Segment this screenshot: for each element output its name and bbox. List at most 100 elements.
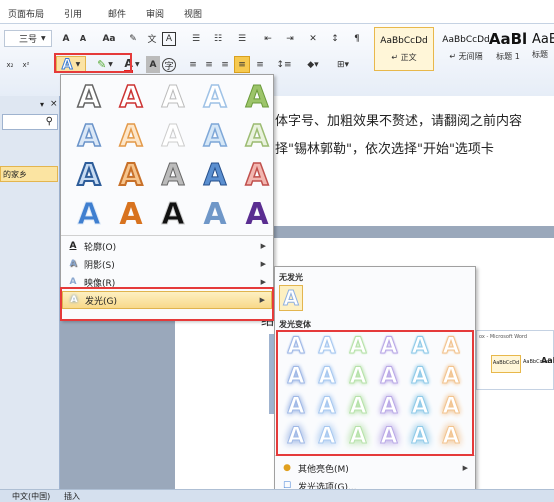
increase-indent-icon[interactable]: ⇥ — [280, 30, 300, 47]
glow-variant-option[interactable]: A — [436, 423, 466, 449]
text-effect-style-option[interactable]: A — [155, 79, 191, 115]
align-center-icon[interactable]: ≡ — [202, 56, 216, 73]
style-title[interactable]: AaB 标题 — [532, 27, 554, 71]
char-shading-button[interactable]: A — [146, 56, 160, 73]
text-effect-style-option[interactable]: A — [155, 118, 191, 154]
text-effect-style-option[interactable]: A — [239, 118, 275, 155]
text-effect-style-option[interactable]: A — [155, 157, 191, 193]
text-effect-style-option[interactable]: A — [113, 118, 149, 155]
tab-view[interactable]: 视图 — [184, 7, 202, 20]
char-border-icon[interactable]: A — [162, 32, 176, 46]
tab-page-layout[interactable]: 页面布局 — [8, 7, 44, 20]
chinese-layout-icon[interactable]: ✕ — [304, 30, 322, 47]
glow-variant-option[interactable]: A — [312, 393, 342, 419]
superscript-icon[interactable]: x² — [20, 56, 32, 73]
highlight-button[interactable]: ✎ ▼ — [92, 56, 118, 73]
shrink-font-button[interactable]: A — [76, 30, 90, 47]
subscript-icon[interactable]: x₂ — [4, 56, 16, 73]
glow-variant-option[interactable]: A — [281, 393, 311, 419]
numbering-icon[interactable]: ☷ — [208, 30, 228, 47]
show-marks-icon[interactable]: ¶ — [348, 30, 366, 47]
status-language[interactable]: 中文(中国) — [12, 491, 50, 502]
tab-mailings[interactable]: 邮件 — [108, 7, 126, 20]
glow-variant-option[interactable]: A — [405, 333, 435, 359]
font-size-select[interactable]: 三号 ▼ — [4, 30, 52, 47]
menu-item-outline[interactable]: A 轮廓(O) ▶ — [62, 237, 272, 255]
distribute-icon[interactable]: ≡ — [252, 56, 268, 73]
text-effect-style-option[interactable]: A — [197, 118, 233, 155]
text-effect-style-option[interactable]: A — [71, 118, 107, 155]
multilevel-icon[interactable]: ☰ — [232, 30, 252, 47]
glow-variant-option[interactable]: A — [312, 363, 342, 389]
shading-icon[interactable]: ◆▾ — [300, 56, 326, 73]
bullets-icon[interactable]: ☰ — [186, 30, 206, 47]
glow-variant-option[interactable]: A — [281, 423, 311, 449]
text-effect-button[interactable]: A ▼ — [56, 56, 86, 73]
tab-review[interactable]: 审阅 — [146, 7, 164, 20]
glow-variant-option[interactable]: A — [343, 363, 373, 389]
text-effect-style-option[interactable]: A — [71, 157, 107, 194]
glow-variant-option[interactable]: A — [436, 393, 466, 419]
phonetic-icon[interactable]: 文 — [144, 30, 160, 47]
text-effect-style-option[interactable]: A — [71, 79, 107, 116]
menu-item-label: 轮廓(O) — [84, 242, 117, 253]
menu-item-glow[interactable]: A 发光(G) ▶ — [62, 291, 272, 309]
glow-variant-option[interactable]: A — [374, 423, 404, 449]
grow-font-button[interactable]: A — [58, 30, 74, 47]
glow-variant-option[interactable]: A — [405, 363, 435, 389]
text-effect-style-option[interactable]: A — [71, 196, 107, 232]
align-left-icon[interactable]: ≡ — [186, 56, 200, 73]
glow-variant-option[interactable]: A — [312, 333, 342, 359]
text-effect-style-option[interactable]: A — [239, 79, 275, 115]
menu-divider — [275, 455, 475, 456]
doc-line-2: 择"锡林郭勒"，依次选择"开始"选项卡 — [275, 142, 494, 157]
color-palette-icon: ● — [283, 463, 291, 473]
glow-variant-option[interactable]: A — [436, 363, 466, 389]
font-color-button[interactable]: A ▼ — [120, 56, 144, 73]
glow-variant-option[interactable]: A — [343, 423, 373, 449]
align-right-icon[interactable]: ≡ — [218, 56, 232, 73]
glow-variant-option[interactable]: A — [436, 333, 466, 359]
tab-references[interactable]: 引用 — [64, 7, 82, 20]
close-icon[interactable]: × — [50, 99, 58, 109]
glow-variant-option[interactable]: A — [312, 423, 342, 449]
style-normal[interactable]: AaBbCcDd ↵ 正文 — [374, 27, 434, 71]
style-heading-1[interactable]: AaBl 标题 1 — [484, 27, 532, 71]
enclose-char-icon[interactable]: 字 — [162, 58, 176, 72]
text-effect-style-option[interactable]: A — [197, 196, 233, 232]
decrease-indent-icon[interactable]: ⇤ — [258, 30, 278, 47]
borders-icon[interactable]: ⊞▾ — [330, 56, 356, 73]
text-effect-style-option[interactable]: A — [197, 157, 233, 193]
text-effect-style-option[interactable]: A — [239, 157, 275, 194]
menu-item-reflection[interactable]: A 映像(R) ▶ — [62, 273, 272, 291]
status-insert-mode[interactable]: 插入 — [64, 491, 80, 502]
sort-icon[interactable]: ↕ — [326, 30, 344, 47]
text-effect-style-option[interactable]: A — [197, 79, 233, 116]
nav-search-input[interactable]: ⚲ — [2, 114, 58, 130]
text-effect-style-option[interactable]: A — [239, 196, 275, 232]
text-effect-style-option[interactable]: A — [155, 196, 191, 232]
menu-item-shadow[interactable]: A 阴影(S) ▶ — [62, 255, 272, 273]
highlighter-icon: ✎ — [97, 58, 107, 71]
glow-variant-option[interactable]: A — [405, 393, 435, 419]
text-effect-style-option[interactable]: A — [113, 157, 149, 194]
no-glow-option[interactable]: A — [279, 285, 303, 311]
glow-variant-option[interactable]: A — [405, 423, 435, 449]
glow-variant-option[interactable]: A — [374, 363, 404, 389]
dropdown-arrow-icon[interactable]: ▾ — [40, 100, 44, 109]
nav-heading-item[interactable]: 的家乡 — [0, 166, 58, 182]
chevron-down-icon: ▼ — [134, 61, 140, 68]
justify-icon[interactable]: ≡ — [234, 56, 250, 73]
glow-variant-option[interactable]: A — [281, 333, 311, 359]
text-effect-style-option[interactable]: A — [113, 196, 149, 232]
clear-format-icon[interactable]: ✎ — [126, 30, 140, 47]
text-effect-style-option[interactable]: A — [113, 79, 149, 116]
more-colors-item[interactable]: ● 其他亮色(M) ▶ — [276, 459, 474, 477]
line-spacing-icon[interactable]: ↕≡ — [272, 56, 296, 73]
glow-variant-option[interactable]: A — [281, 363, 311, 389]
change-case-button[interactable]: Aa — [98, 30, 120, 47]
glow-variant-option[interactable]: A — [343, 393, 373, 419]
glow-variant-option[interactable]: A — [374, 333, 404, 359]
glow-variant-option[interactable]: A — [343, 333, 373, 359]
glow-variant-option[interactable]: A — [374, 393, 404, 419]
